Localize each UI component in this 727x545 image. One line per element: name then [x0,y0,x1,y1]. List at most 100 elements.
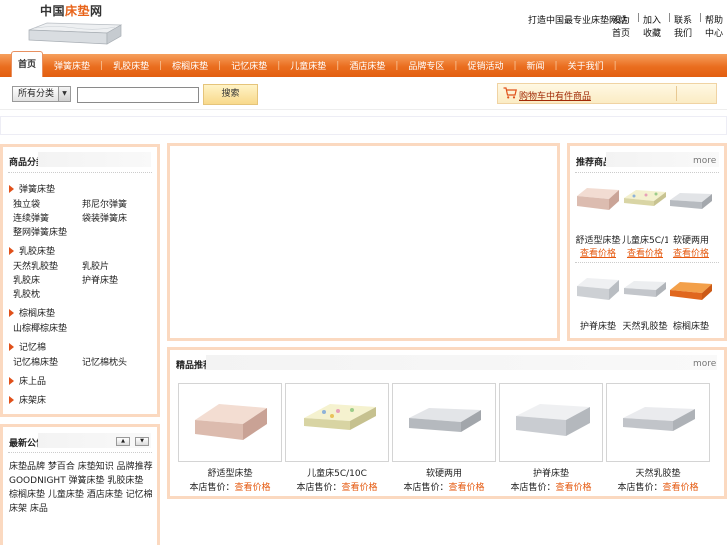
category-sub-item[interactable]: 乳胶床 [13,273,40,286]
nav-item-3[interactable]: 棕榈床垫 [162,59,218,72]
top-link-contact[interactable]: 联系我们 [674,13,696,39]
product-image[interactable] [393,384,495,461]
banner-area[interactable] [167,143,560,341]
price-link[interactable]: 查看价格 [556,483,592,493]
category-sub-item[interactable]: 记忆棉枕头 [82,355,127,368]
category-sub-item[interactable]: 天然乳胶垫 [13,259,58,272]
triangle-right-icon [9,376,14,385]
product-image[interactable] [622,278,668,302]
nav-item-4[interactable]: 记忆床垫 [221,59,277,72]
product-image[interactable] [622,186,668,214]
product-card[interactable] [499,383,603,462]
category-sub-item[interactable]: 乳胶枕 [13,287,40,300]
category-select[interactable]: 所有分类 ▼ [12,86,71,102]
category-group-latex[interactable]: 乳胶床垫 [9,244,55,257]
nav-tab-home[interactable]: 首页 [11,51,43,77]
category-group-frame[interactable]: 床架床 [9,393,46,406]
product-card-name[interactable]: 护脊床垫 [499,466,603,479]
recommend-item-price[interactable]: 查看价格 [622,246,668,259]
recommend-more-link[interactable]: more [693,156,716,166]
category-sub-item[interactable]: 整网弹簧床垫 [13,225,67,238]
top-links: 设为首页 | 加入收藏 | 联系我们 | 帮助中心 [612,13,727,39]
product-card-price: 本店售价：查看价格 [285,480,389,493]
recommend-item-name[interactable]: 护脊床垫 [575,319,621,332]
product-image[interactable] [286,384,388,461]
top-link-homepage[interactable]: 设为首页 [612,13,634,39]
site-logo-text[interactable]: 中国床垫网 [40,2,103,19]
price-link[interactable]: 查看价格 [235,483,271,493]
cart-link[interactable]: 购物车中有件商品 [519,89,591,102]
price-link[interactable]: 查看价格 [342,483,378,493]
divider [8,452,152,453]
search-input[interactable] [77,87,199,103]
top-link-favorite[interactable]: 加入收藏 [643,13,665,39]
recommend-item-name[interactable]: 软硬两用 [668,233,714,246]
product-card-name[interactable]: 软硬两用 [392,466,496,479]
product-image[interactable] [668,278,714,306]
recommend-item-name[interactable]: 棕榈床垫 [668,319,714,332]
recommend-item-name[interactable]: 儿童床5C/10C [622,233,668,246]
scroll-up-button[interactable]: ▲ [116,437,130,446]
price-label: 本店售价： [403,483,449,493]
category-group-bedding[interactable]: 床上品 [9,374,46,387]
price-link[interactable]: 查看价格 [449,483,485,493]
product-card-name[interactable]: 儿童床5C/10C [285,466,389,479]
price-link[interactable]: 查看价格 [663,483,699,493]
product-card[interactable] [178,383,282,462]
divider [8,172,152,173]
price-label: 本店售价： [510,483,556,493]
nav-item-6[interactable]: 酒店床垫 [339,59,395,72]
category-group-spring[interactable]: 弹簧床垫 [9,182,55,195]
triangle-right-icon [9,395,14,404]
product-card[interactable] [392,383,496,462]
price-label: 本店售价： [189,483,235,493]
category-group-label: 床上品 [19,377,47,387]
nav-item-7[interactable]: 品牌专区 [398,59,454,72]
nav-item-8[interactable]: 促销活动 [457,59,513,72]
nav-item-2[interactable]: 乳胶床垫 [103,59,159,72]
category-group-memory[interactable]: 记忆棉 [9,340,46,353]
product-card-price: 本店售价：查看价格 [499,480,603,493]
product-image[interactable] [575,274,621,304]
product-image[interactable] [575,184,621,214]
category-sub-item[interactable]: 乳胶片 [82,259,109,272]
top-link-help[interactable]: 帮助中心 [705,13,727,39]
recommend-item-name[interactable]: 天然乳胶垫 [622,319,668,332]
recommend-item-price[interactable]: 查看价格 [668,246,714,259]
recommend-item-name[interactable]: 舒适型床垫 [575,233,621,246]
nav-item-10[interactable]: 关于我们 [558,59,614,72]
logo-mattress-image[interactable] [25,20,123,46]
category-sub-item[interactable]: 护脊床垫 [82,273,118,286]
product-image[interactable] [668,190,714,214]
recommend-item-price[interactable]: 查看价格 [575,246,621,259]
nav-item-5[interactable]: 儿童床垫 [280,59,336,72]
divider [575,172,719,173]
category-sub-item[interactable]: 邦尼尔弹簧 [82,197,127,210]
product-card-name[interactable]: 天然乳胶垫 [606,466,710,479]
cart-divider [676,86,677,101]
product-card[interactable] [606,383,710,462]
product-image[interactable] [500,384,602,461]
nav-items: 弹簧床垫 | 乳胶床垫 | 棕榈床垫 | 记忆床垫 | 儿童床垫 | 酒店床垫 | 品牌专区… [44,54,617,77]
category-title-bar [38,152,151,167]
product-card[interactable] [285,383,389,462]
category-sub-item[interactable]: 袋装弹簧床 [82,211,127,224]
chevron-down-icon[interactable]: ▼ [58,87,70,101]
product-more-link[interactable]: more [693,359,716,369]
product-card-price: 本店售价：查看价格 [178,480,282,493]
nav-item-9[interactable]: 新闻 [517,59,555,72]
product-image[interactable] [607,384,709,461]
nav-item-1[interactable]: 弹簧床垫 [44,59,100,72]
category-sub-item[interactable]: 山棕椰棕床垫 [13,321,67,334]
news-text[interactable]: 床垫品牌 梦百合 床垫知识 品牌推荐GOODNIGHT 弹簧床垫 乳胶床垫 棕榈… [9,460,154,516]
product-image[interactable] [179,384,281,461]
scroll-down-button[interactable]: ▼ [135,437,149,446]
top-link-separator: | [699,13,703,23]
category-sub-item[interactable]: 记忆棉床垫 [13,355,58,368]
category-sub-item[interactable]: 独立袋 [13,197,40,210]
shopping-cart-icon[interactable] [503,87,517,99]
product-card-name[interactable]: 舒适型床垫 [178,466,282,479]
category-sub-item[interactable]: 连续弹簧 [13,211,49,224]
category-group-palm[interactable]: 棕榈床垫 [9,306,55,319]
search-button[interactable]: 搜索 [203,84,258,105]
